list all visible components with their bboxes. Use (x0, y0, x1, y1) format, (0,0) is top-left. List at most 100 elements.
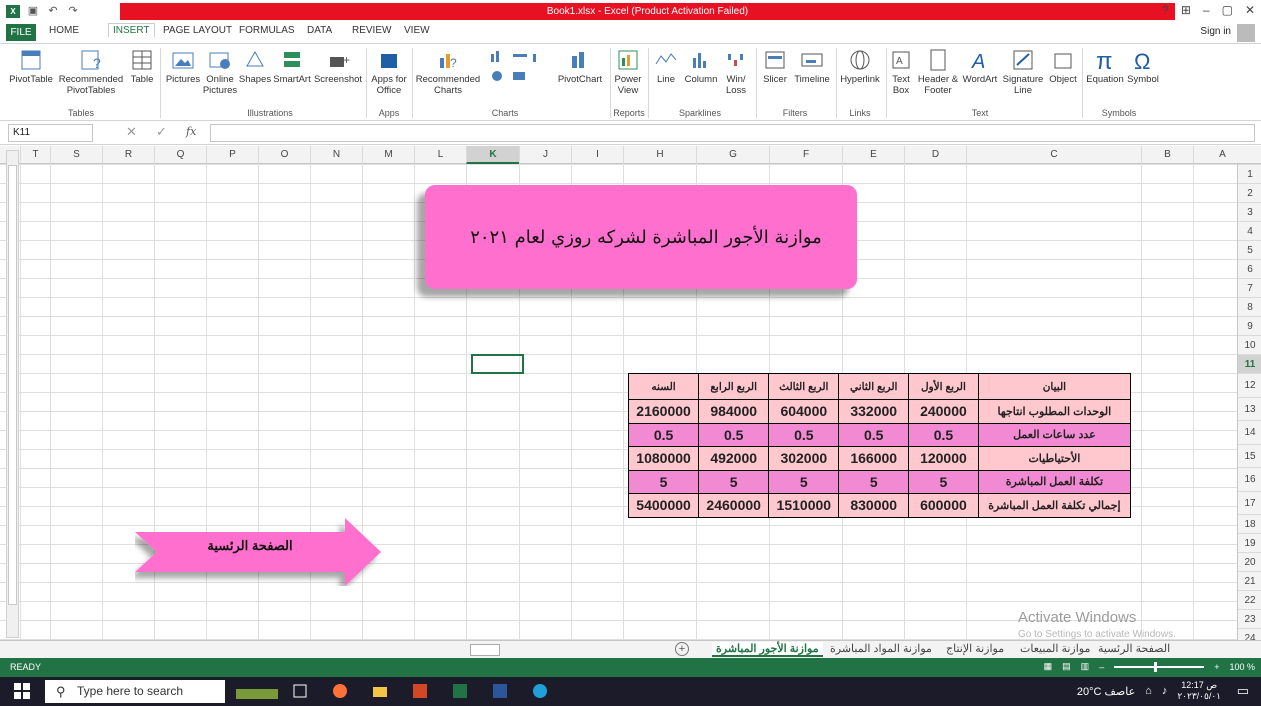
column-header[interactable]: P (206, 146, 258, 164)
header-cell[interactable]: الربع الثاني (838, 373, 910, 400)
sparkline-winloss-button[interactable]: Win/ Loss (720, 48, 752, 96)
row-header[interactable]: 22 (1238, 590, 1261, 609)
sheet-tab-direct-materials[interactable]: موازنة المواد المباشرة (830, 642, 932, 655)
screenshot-button[interactable]: + Screenshot (312, 48, 364, 85)
name-box[interactable]: K11 (8, 124, 93, 142)
signature-line-button[interactable]: Signature Line (1000, 48, 1046, 96)
tab-review[interactable]: REVIEW (352, 25, 391, 36)
volume-icon[interactable]: ♪ (1162, 685, 1168, 697)
add-sheet-button[interactable]: + (675, 642, 689, 656)
column-header[interactable]: L (414, 146, 466, 164)
column-header[interactable]: M (362, 146, 414, 164)
row-header[interactable]: 18 (1238, 514, 1261, 533)
edge-icon[interactable] (532, 683, 548, 699)
table-cell[interactable]: إجمالي تكلفة العمل المباشرة (977, 493, 1132, 518)
row-header[interactable]: 20 (1238, 552, 1261, 571)
row-header[interactable]: 21 (1238, 571, 1261, 590)
tab-view[interactable]: VIEW (404, 25, 430, 36)
text-box-button[interactable]: A Text Box (888, 48, 914, 96)
row-header[interactable]: 6 (1238, 259, 1261, 278)
object-button[interactable]: Object (1046, 48, 1080, 85)
cancel-icon[interactable]: ✕ (126, 124, 137, 140)
wordart-button[interactable]: A WordArt (960, 48, 1000, 85)
tab-file[interactable]: FILE (6, 24, 36, 41)
row-header[interactable]: 23 (1238, 609, 1261, 628)
sheet-tab-production[interactable]: موازنة الإنتاج (946, 642, 1004, 655)
network-icon[interactable]: ⌂ (1145, 685, 1152, 697)
column-header[interactable]: N (310, 146, 362, 164)
pivotchart-button[interactable]: PivotChart (556, 48, 604, 85)
notifications-icon[interactable]: ▭ (1237, 683, 1249, 699)
column-header[interactable]: O (258, 146, 310, 164)
row-header[interactable]: 3 (1238, 202, 1261, 221)
windows-start-icon[interactable] (14, 683, 30, 699)
column-header[interactable]: C (966, 146, 1141, 164)
page-layout-view-icon[interactable]: ▤ (1062, 661, 1071, 672)
table-cell[interactable]: 0.5 (768, 422, 840, 447)
column-header[interactable]: A (1193, 146, 1251, 164)
table-button[interactable]: Table (126, 48, 158, 85)
smartart-button[interactable]: SmartArt (272, 48, 312, 85)
header-cell[interactable]: البيان (977, 373, 1132, 400)
zoom-out-button[interactable]: – (1099, 662, 1104, 672)
table-cell[interactable]: 2160000 (627, 399, 700, 424)
table-cell[interactable]: 120000 (908, 446, 979, 471)
help-button[interactable]: ? (1162, 3, 1169, 17)
powerpoint-icon[interactable] (412, 683, 428, 699)
row-header[interactable]: 9 (1238, 316, 1261, 335)
row-header[interactable]: 10 (1238, 335, 1261, 354)
table-cell[interactable]: 240000 (908, 399, 979, 424)
charts-gallery[interactable] (484, 48, 550, 91)
apps-for-office-button[interactable]: Apps for Office (368, 48, 410, 96)
table-cell[interactable]: الوحدات المطلوب انتاجها (977, 399, 1132, 424)
maximize-button[interactable]: ▢ (1222, 3, 1233, 17)
excel-taskbar-icon[interactable] (452, 683, 468, 699)
column-header[interactable]: T (20, 146, 50, 164)
tab-page-layout[interactable]: PAGE LAYOUT (163, 25, 232, 36)
table-cell[interactable]: 5 (698, 469, 770, 494)
header-footer-button[interactable]: Header & Footer (916, 48, 960, 96)
column-header[interactable]: Q (154, 146, 206, 164)
hyperlink-button[interactable]: Hyperlink (838, 48, 882, 85)
task-view-icon[interactable] (292, 683, 308, 699)
formula-input[interactable] (210, 124, 1255, 142)
table-cell[interactable]: عدد ساعات العمل (977, 422, 1132, 447)
sheet-tab-direct-labor[interactable]: موازنة الأجور المباشرة (712, 642, 823, 657)
tab-home[interactable]: HOME (49, 25, 79, 36)
scroll-thumb[interactable] (8, 165, 17, 605)
power-view-button[interactable]: Power View (612, 48, 644, 96)
sparkline-column-button[interactable]: Column (682, 48, 720, 85)
table-cell[interactable]: 0.5 (838, 422, 910, 447)
avatar[interactable] (1237, 24, 1255, 42)
column-header[interactable]: D (904, 146, 966, 164)
page-break-view-icon[interactable]: ▥ (1081, 661, 1090, 672)
zoom-slider-thumb[interactable] (1154, 661, 1158, 672)
zoom-slider[interactable] (1114, 661, 1205, 672)
row-header[interactable]: 19 (1238, 533, 1261, 552)
enter-icon[interactable]: ✓ (156, 124, 167, 140)
row-header[interactable]: 1 (1238, 164, 1261, 183)
undo-icon[interactable]: ↶ (46, 5, 60, 18)
recommended-pivottables-button[interactable]: ? Recommended PivotTables (58, 48, 124, 96)
table-cell[interactable]: 5400000 (627, 493, 700, 518)
column-header[interactable]: E (842, 146, 904, 164)
shapes-button[interactable]: Shapes (238, 48, 272, 85)
row-header[interactable]: 4 (1238, 221, 1261, 240)
column-header[interactable]: I (571, 146, 623, 164)
table-cell[interactable]: 2460000 (698, 493, 770, 518)
weather-widget-icon[interactable] (236, 683, 278, 699)
row-header[interactable]: 13 (1238, 396, 1261, 421)
zoom-control[interactable]: ▦ ▤ ▥ – + 100 % (1044, 661, 1255, 672)
table-cell[interactable]: 984000 (698, 399, 770, 424)
column-header[interactable]: G (696, 146, 769, 164)
redo-icon[interactable]: ↷ (66, 5, 80, 18)
table-cell[interactable]: 5 (908, 469, 979, 494)
online-pictures-button[interactable]: Online Pictures (202, 48, 238, 96)
table-cell[interactable]: 166000 (838, 446, 910, 471)
column-header[interactable]: S (50, 146, 102, 164)
symbol-button[interactable]: Ω Symbol (1126, 48, 1160, 85)
slicer-button[interactable]: Slicer (758, 48, 792, 85)
header-cell[interactable]: الربع الرابع (698, 373, 770, 400)
table-cell[interactable]: تكلفة العمل المباشرة (977, 469, 1132, 494)
timeline-button[interactable]: Timeline (792, 48, 832, 85)
